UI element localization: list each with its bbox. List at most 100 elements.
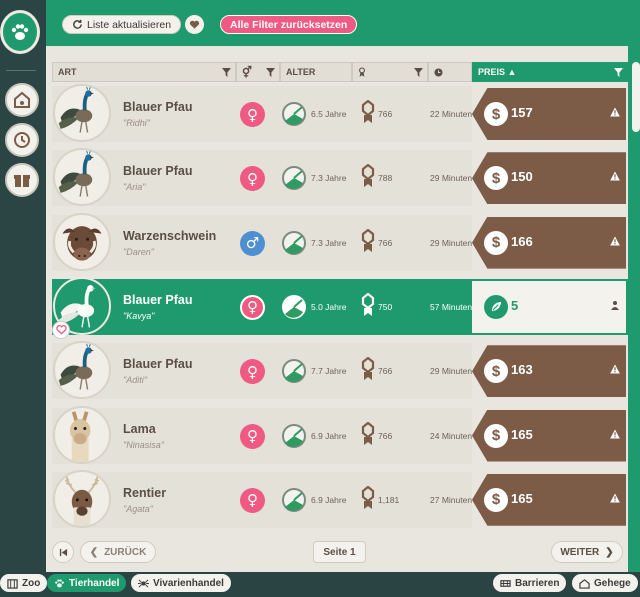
table-row[interactable]: Rentier "Agata" ♀ 6.9 Jahre 1,181 27 Minuten $… [52, 469, 628, 530]
species-name: Blauer Pfau [123, 164, 193, 179]
column-time[interactable] [428, 62, 472, 82]
gender-icon: ♀ [240, 423, 265, 449]
next-button[interactable]: WEITER ❯ [551, 541, 623, 563]
paw-house-icon [14, 91, 30, 108]
first-page-button[interactable] [52, 541, 74, 563]
filter-icon[interactable] [266, 68, 275, 77]
gift-icon [14, 175, 30, 187]
tab-tierhandel-label: Tierhandel [69, 577, 120, 589]
tab-barrieren[interactable]: Barrieren [493, 574, 567, 592]
filter-icon[interactable] [222, 68, 231, 77]
first-page-icon [59, 548, 67, 556]
ribbon-icon [359, 67, 365, 77]
tab-zoo[interactable]: Zoo [0, 574, 48, 592]
dollar-icon: $ [484, 423, 508, 448]
paw-icon [11, 24, 29, 40]
age-icon [282, 166, 306, 191]
llama-portrait [69, 410, 91, 462]
refresh-list-button[interactable]: Liste aktualisieren [62, 15, 182, 34]
paw-menu-button[interactable] [0, 10, 40, 54]
ribbon-icon [361, 421, 375, 445]
tab-tierhandel[interactable]: Tierhandel [47, 574, 127, 592]
table-row[interactable]: Lama "Ninasisa" ♀ 6.9 Jahre 766 24 Minuten $16… [52, 405, 628, 466]
warning-icon [610, 107, 620, 117]
history-button[interactable] [5, 123, 39, 157]
price-value: 150 [511, 169, 533, 185]
animal-name: "Aditi" [123, 375, 147, 386]
column-price[interactable]: PREIS ▲ [472, 62, 628, 82]
ribbon-icon [361, 485, 375, 509]
score-value: 766 [378, 430, 393, 441]
refresh-icon [73, 19, 82, 29]
age-value: 6.5 Jahre [311, 109, 347, 119]
price-value: 165 [511, 426, 533, 442]
animal-name: "Agata" [123, 503, 153, 514]
paw-icon [55, 578, 64, 587]
score-value: 766 [378, 366, 393, 377]
animal-name: "Ninasisa" [123, 439, 164, 450]
column-score[interactable] [352, 62, 428, 82]
dollar-icon: $ [484, 102, 508, 126]
species-name: Rentier [123, 485, 167, 500]
table-row[interactable]: Warzenschwein "Daren" ♂ 7.3 Jahre 766 29 Minu… [52, 212, 628, 273]
table-row[interactable]: Blauer Pfau "Aditi" ♀ 7.7 Jahre 766 29 Minute… [52, 341, 628, 401]
age-value: 6.9 Jahre [311, 494, 347, 505]
time-remaining: 22 Minuten [430, 109, 472, 119]
filter-icon[interactable] [414, 68, 423, 77]
age-icon [282, 230, 306, 255]
reset-filters-label: Alle Filter zurücksetzen [230, 18, 348, 31]
column-species[interactable]: ART [52, 62, 236, 82]
ribbon-icon [361, 357, 375, 381]
age-icon [282, 487, 306, 512]
age-icon [282, 423, 306, 448]
table-row[interactable]: Blauer Pfau "Ridhi" ♀ 6.5 Jahre 766 22 Minute… [52, 84, 628, 144]
age-icon [282, 359, 306, 384]
reindeer-portrait [64, 475, 100, 526]
zoo-icon [7, 578, 18, 589]
score-value: 788 [378, 173, 393, 184]
gift-button[interactable] [5, 163, 39, 197]
price-value: 5 [511, 297, 519, 313]
age-value: 5.0 Jahre [311, 301, 347, 312]
dollar-icon: $ [484, 359, 508, 384]
species-name: Blauer Pfau [123, 357, 193, 372]
refresh-list-label: Liste aktualisieren [87, 18, 172, 31]
warning-icon [610, 236, 620, 246]
ribbon-icon [361, 164, 375, 188]
filter-icon[interactable] [614, 68, 623, 77]
warning-icon [610, 429, 620, 438]
habitat-button[interactable] [5, 83, 39, 117]
gender-icon: ♀ [240, 294, 265, 320]
animal-name: "Daren" [123, 246, 154, 257]
age-value: 7.3 Jahre [311, 237, 347, 248]
tab-gehege[interactable]: Gehege [572, 574, 638, 592]
price-value: 165 [511, 490, 533, 506]
spider-icon [138, 579, 149, 587]
column-gender[interactable]: ⚥ [236, 62, 280, 82]
animal-avatar [53, 469, 111, 528]
tab-vivarienhandel[interactable]: Vivarienhandel [131, 574, 231, 592]
back-button[interactable]: ❮ ZURÜCK [80, 541, 156, 563]
price-value: 166 [511, 233, 533, 249]
age-value: 7.3 Jahre [311, 173, 347, 184]
time-remaining: 24 Minuten [430, 430, 472, 441]
dollar-icon: $ [484, 230, 508, 255]
column-price-label: PREIS ▲ [478, 67, 517, 77]
column-age[interactable]: ALTER [280, 62, 352, 82]
warning-icon [610, 171, 620, 181]
price-value: 157 [511, 105, 533, 120]
reset-filters-button[interactable]: Alle Filter zurücksetzen [220, 15, 358, 34]
conservation-credit-icon [484, 294, 508, 319]
species-name: Blauer Pfau [123, 100, 193, 114]
time-remaining: 29 Minuten [430, 173, 472, 184]
favorite-heart-icon[interactable] [52, 320, 70, 339]
table-row[interactable]: Blauer Pfau "Aria" ♀ 7.3 Jahre 788 29 Minuten… [52, 148, 628, 208]
table-row[interactable]: Blauer Pfau "Kavya" ♀ 5.0 Jahre 750 57 Minute… [52, 276, 628, 339]
animal-avatar [53, 84, 111, 142]
time-remaining: 29 Minuten [430, 237, 472, 248]
list-scrollbar[interactable] [632, 62, 640, 132]
history-icon [14, 132, 30, 148]
time-remaining: 57 Minuten [430, 301, 472, 312]
favorites-filter-button[interactable] [185, 15, 204, 34]
next-label: WEITER [560, 546, 600, 558]
